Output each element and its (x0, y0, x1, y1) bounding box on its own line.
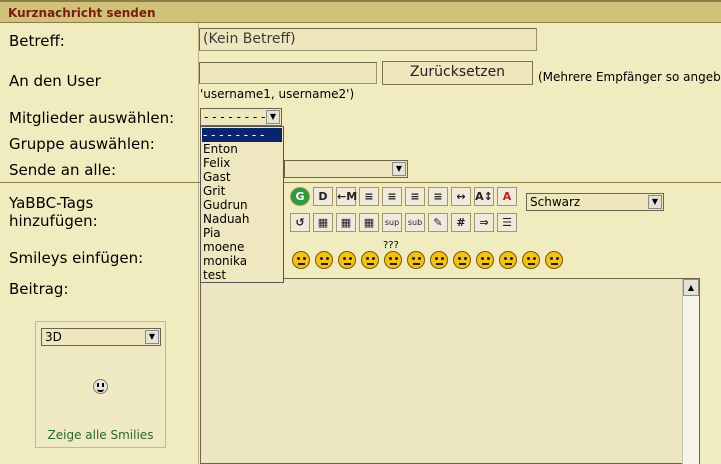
toolbar-button[interactable]: ≡ (428, 187, 448, 206)
question-marks: ??? (383, 240, 399, 251)
toolbar-button[interactable]: # (451, 213, 471, 232)
smiley-cool-icon[interactable] (361, 251, 379, 269)
column-divider (198, 23, 199, 464)
smiley-lipsrsealed-icon[interactable] (476, 251, 494, 269)
members-select-value: - - - - - - - - (204, 110, 266, 124)
chevron-down-icon[interactable]: ▼ (266, 110, 280, 124)
to-user-input[interactable] (199, 62, 377, 84)
page-title: Kurznachricht senden (8, 6, 156, 20)
recipients-example: 'username1, username2') (200, 87, 355, 101)
toolbar-button[interactable]: ↺ (290, 213, 310, 232)
members-select[interactable]: - - - - - - - - ▼ (200, 108, 282, 126)
to-user-label: An den User (9, 72, 101, 90)
smiley-embarrassed-icon[interactable] (453, 251, 471, 269)
smiley-kiss-icon[interactable] (522, 251, 540, 269)
dropdown-option[interactable]: monika (203, 254, 247, 268)
yabbc-label-line2: hinzufügen: (9, 212, 98, 230)
dropdown-option[interactable]: Grit (203, 184, 225, 198)
toolbar-button[interactable]: A↕ (474, 187, 494, 206)
smiley-tongue-icon[interactable] (430, 251, 448, 269)
post-scrollbar[interactable]: ▲ (682, 279, 699, 464)
smiley-huh-icon[interactable] (384, 251, 402, 269)
dropdown-option[interactable]: Naduah (203, 212, 250, 226)
smiley-preview-icon (93, 379, 108, 394)
chevron-down-icon[interactable]: ▼ (145, 330, 159, 344)
toolbar-button[interactable]: ▦ (313, 213, 333, 232)
toolbar-button[interactable]: ⇒ (474, 213, 494, 232)
smilie-set-select[interactable]: 3D ▼ (41, 328, 161, 346)
toolbar-button[interactable]: ←M (336, 187, 357, 206)
members-dropdown-list[interactable]: - - - - - - - - Enton Felix Gast Grit Gudrun N… (200, 126, 284, 283)
select-group-label: Gruppe auswählen: (9, 135, 155, 153)
section-divider (0, 182, 721, 183)
color-select[interactable]: Schwarz ▼ (526, 193, 664, 211)
dropdown-option[interactable]: Enton (203, 142, 238, 156)
toolbar-button[interactable]: ✎ (428, 213, 448, 232)
color-select-value: Schwarz (530, 195, 581, 209)
send-all-select[interactable]: ▼ (284, 160, 408, 178)
toolbar-button[interactable]: ↔ (451, 187, 471, 206)
smiley-happy-icon[interactable] (292, 251, 310, 269)
dropdown-option[interactable]: Pia (203, 226, 221, 240)
chevron-down-icon[interactable]: ▼ (392, 162, 406, 176)
dropdown-option[interactable]: Gast (203, 170, 231, 184)
smiley-rolleyes-icon[interactable] (407, 251, 425, 269)
dropdown-option[interactable]: - - - - - - - - (202, 128, 282, 142)
scroll-up-icon[interactable]: ▲ (683, 279, 699, 296)
yabbc-label-line1: YaBBC-Tags (9, 194, 94, 212)
smiley-angry-icon[interactable] (315, 251, 333, 269)
toolbar-button[interactable]: ▦ (336, 213, 356, 232)
smiley-shocked-icon[interactable] (338, 251, 356, 269)
chevron-down-icon[interactable]: ▼ (648, 195, 662, 209)
smilie-set-value: 3D (45, 330, 62, 344)
title-bar: Kurznachricht senden (0, 2, 721, 23)
show-all-smilies-link[interactable]: Zeige alle Smilies (36, 428, 165, 442)
smiley-cry-icon[interactable] (545, 251, 563, 269)
smilie-box: 3D ▼ Zeige alle Smilies (35, 321, 166, 448)
toolbar-button[interactable]: ≡ (405, 187, 425, 206)
post-label: Beitrag: (9, 280, 69, 298)
dropdown-option[interactable]: moene (203, 240, 244, 254)
toolbar-button[interactable]: sup (382, 213, 402, 232)
subject-input[interactable]: (Kein Betreff) (199, 28, 537, 51)
dropdown-option[interactable]: Gudrun (203, 198, 248, 212)
toolbar-button[interactable]: ≡ (359, 187, 379, 206)
reset-button[interactable]: Zurücksetzen (382, 61, 533, 85)
recipients-hint: (Mehrere Empfänger so angeben: (538, 70, 721, 84)
post-textarea[interactable] (200, 278, 700, 464)
toolbar-button[interactable]: ≡ (382, 187, 402, 206)
toolbar-button[interactable]: ☰ (497, 213, 517, 232)
toolbar-button[interactable]: G (290, 187, 310, 206)
send-all-label: Sende an alle: (9, 161, 117, 179)
dropdown-option[interactable]: Felix (203, 156, 230, 170)
subject-label: Betreff: (9, 32, 65, 50)
toolbar-button[interactable]: sub (405, 213, 425, 232)
smiley-undecided-icon[interactable] (499, 251, 517, 269)
select-members-label: Mitglieder auswählen: (9, 109, 175, 127)
toolbar-button[interactable]: D (313, 187, 333, 206)
smileys-label: Smileys einfügen: (9, 249, 144, 267)
toolbar-button[interactable]: ▦ (359, 213, 379, 232)
toolbar-button[interactable]: A (497, 187, 517, 206)
dropdown-option[interactable]: test (203, 268, 226, 282)
